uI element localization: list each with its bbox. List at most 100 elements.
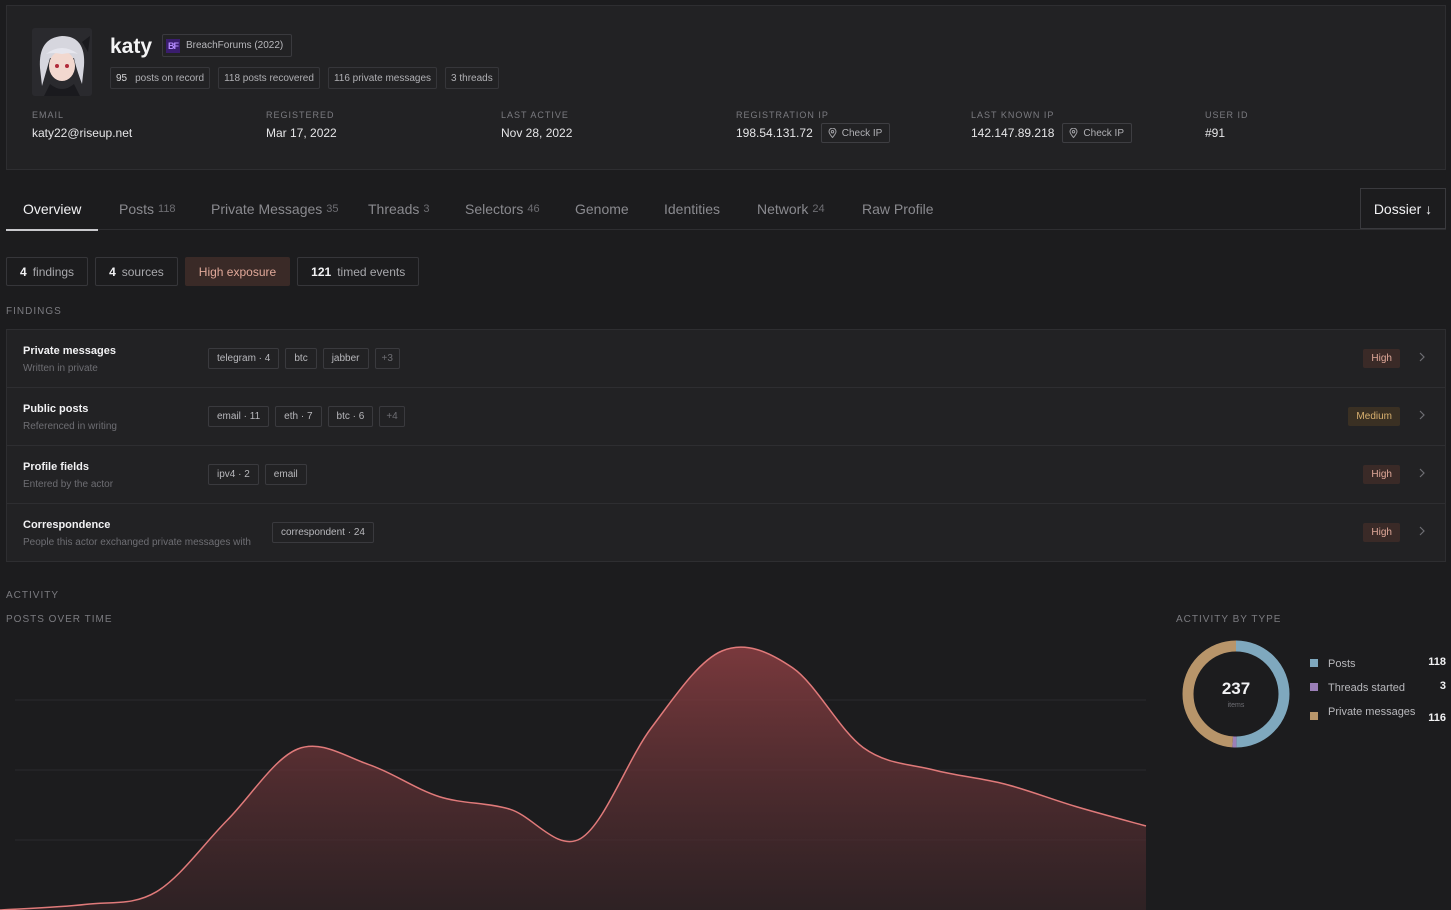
selector-tag: ipv4 · 2 (208, 464, 259, 485)
last-known-ip-value: 142.147.89.218 (971, 126, 1055, 140)
check-ip-button[interactable]: Check IP (820, 123, 891, 143)
posts-over-time-heading: POSTS OVER TIME (6, 614, 113, 625)
chevron-right-icon (1419, 526, 1425, 536)
legend-swatch (1310, 683, 1318, 691)
field-label: LAST KNOWN IP (971, 110, 1055, 120)
tab-network[interactable]: Network 24 (757, 188, 825, 230)
finding-title: Public posts (23, 403, 89, 415)
finding-tags: email · 11 eth · 7 btc · 6 +4 (208, 406, 405, 427)
tab-count: 24 (812, 203, 825, 215)
activity-heading: ACTIVITY (6, 590, 60, 601)
field-label: REGISTERED (266, 110, 335, 120)
legend-label: Posts (1328, 658, 1356, 670)
field-label: REGISTRATION IP (736, 110, 829, 120)
tab-genome[interactable]: Genome (575, 188, 629, 230)
finding-row[interactable]: Public posts Referenced in writing email… (7, 388, 1445, 446)
activity-by-type-heading: ACTIVITY BY TYPE (1176, 614, 1282, 625)
finding-row[interactable]: Profile fields Entered by the actor ipv4… (7, 446, 1445, 504)
findings-list: Private messages Written in private tele… (6, 329, 1446, 562)
field-last-active: LAST ACTIVE Nov 28, 2022 (501, 110, 572, 140)
finding-title: Profile fields (23, 461, 90, 473)
legend-value: 118 (1428, 656, 1446, 668)
legend-label: Private messages (1328, 706, 1416, 718)
legend-item-threads: Threads started 3 (1310, 680, 1446, 696)
tab-count: 3 (423, 203, 430, 215)
dossier-button[interactable]: Dossier ↓ (1360, 188, 1446, 229)
profile-stats: 95 posts on record 118 posts recovered 11… (110, 67, 499, 89)
severity-badge: High (1363, 465, 1400, 484)
tab-private-messages[interactable]: Private Messages 35 (211, 188, 339, 230)
field-label: EMAIL (32, 110, 65, 120)
tab-raw-profile[interactable]: Raw Profile (862, 188, 934, 230)
tab-label: Identities (664, 201, 721, 217)
location-pin-icon (828, 128, 837, 138)
posts-over-time-chart (0, 646, 1147, 910)
chip-value: 4 (109, 264, 116, 279)
tab-overview[interactable]: Overview (5, 188, 99, 231)
chevron-right-icon (1419, 410, 1425, 420)
legend-swatch (1310, 712, 1318, 720)
field-registered: REGISTERED Mar 17, 2022 (266, 110, 337, 140)
donut-legend: Posts 118 Threads started 3 Private mess… (1310, 656, 1446, 728)
finding-subtitle: Referenced in writing (23, 421, 117, 432)
tab-label: Raw Profile (862, 201, 934, 217)
chevron-right-icon (1419, 352, 1425, 362)
tab-label: Selectors (465, 201, 524, 217)
events-count-chip: 121 timed events (297, 257, 420, 286)
legend-item-private-messages: Private messages 116 (1310, 704, 1446, 724)
username: katy (110, 35, 153, 58)
stat-label: 116 private messages (333, 72, 432, 84)
chip-label: sources (121, 264, 164, 279)
stat-value: 95 (116, 72, 128, 84)
finding-title: Private messages (23, 345, 116, 357)
finding-tags: telegram · 4 btc jabber +3 (208, 348, 400, 369)
finding-row[interactable]: Private messages Written in private tele… (7, 330, 1445, 388)
user-id-value: #91 (1205, 126, 1226, 140)
finding-tags: correspondent · 24 (272, 522, 374, 543)
finding-subtitle: Written in private (23, 363, 98, 374)
tab-threads[interactable]: Threads 3 (368, 188, 429, 230)
stat-label: posts on record (135, 72, 205, 84)
more-tags-badge: +3 (374, 348, 400, 369)
field-last-known-ip: LAST KNOWN IP 142.147.89.218 Check IP (971, 110, 1132, 143)
forum-name: BreachForums (2022) (186, 40, 284, 51)
findings-count-chip: 4 findings (6, 257, 89, 286)
profile-card: katy BF BreachForums (2022) 95 posts on r… (6, 5, 1446, 170)
severity-badge: High (1363, 523, 1400, 542)
field-registration-ip: REGISTRATION IP 198.54.131.72 Check IP (736, 110, 891, 143)
selector-tag: email (264, 464, 307, 485)
last-known-ip-row: 142.147.89.218 Check IP (971, 123, 1132, 143)
selector-tag: email · 11 (208, 406, 270, 427)
selector-tag: eth · 7 (275, 406, 322, 427)
finding-subtitle: Entered by the actor (23, 479, 114, 490)
finding-row[interactable]: Correspondence People this actor exchang… (7, 504, 1445, 561)
legend-value: 116 (1428, 712, 1446, 724)
tab-identities[interactable]: Identities (664, 188, 720, 230)
chip-value: 4 (20, 264, 27, 279)
tab-label: Private Messages (211, 201, 323, 217)
stat-label: 118 posts recovered (224, 72, 314, 84)
stat-posts-recovered: 118 posts recovered (218, 67, 320, 89)
stat-posts-on-record: 95 posts on record (110, 67, 211, 89)
registration-ip-row: 198.54.131.72 Check IP (736, 123, 891, 143)
selector-tag: btc · 6 (327, 406, 374, 427)
chip-value: 121 (311, 264, 332, 279)
check-ip-button[interactable]: Check IP (1062, 123, 1132, 143)
selector-tag: telegram · 4 (208, 348, 280, 369)
finding-title: Correspondence (23, 519, 111, 531)
tab-label: Network (757, 201, 809, 217)
avatar (32, 28, 92, 96)
tab-selectors[interactable]: Selectors 46 (465, 188, 540, 230)
legend-swatch (1310, 659, 1318, 667)
severity-badge: Medium (1348, 407, 1400, 426)
chip-label: findings (32, 264, 75, 279)
severity-badge: High (1363, 349, 1400, 368)
tab-posts[interactable]: Posts 118 (119, 188, 176, 230)
more-tags-badge: +4 (379, 406, 405, 427)
tab-label: Overview (23, 201, 82, 217)
legend-label: Threads started (1328, 682, 1406, 694)
check-ip-label: Check IP (1083, 127, 1124, 139)
tab-label: Threads (368, 201, 420, 217)
findings-heading: FINDINGS (6, 306, 62, 317)
activity-donut: 237 items (1178, 636, 1294, 752)
